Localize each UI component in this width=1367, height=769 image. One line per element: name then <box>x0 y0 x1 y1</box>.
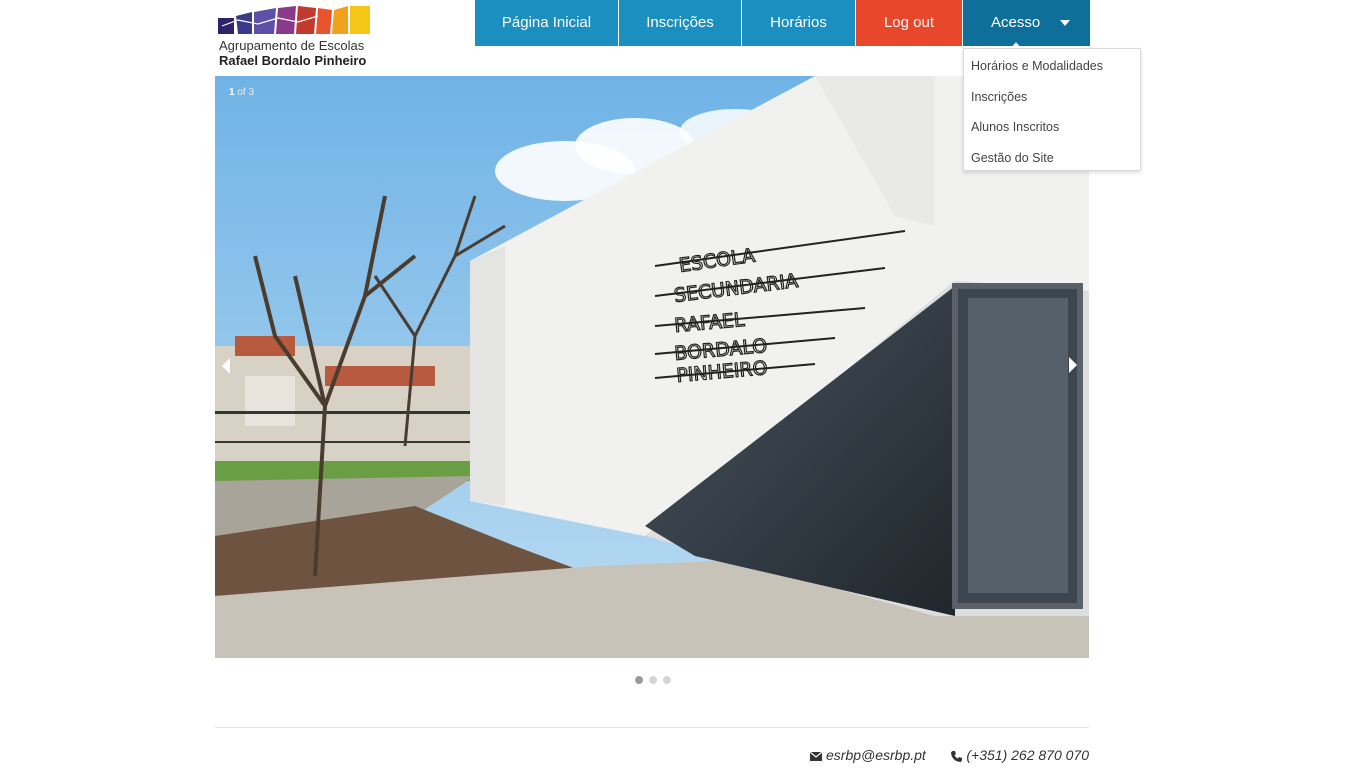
nav-logout[interactable]: Log out <box>856 0 963 46</box>
slider-dot-3[interactable] <box>663 676 671 684</box>
phone-icon <box>951 750 963 762</box>
slide-counter-of: of <box>237 87 246 98</box>
nav-home[interactable]: Página Inicial <box>475 0 619 46</box>
footer-phone-text: (+351) 262 870 070 <box>966 747 1089 763</box>
footer-contacts: esrbp@esrbp.pt (+351) 262 870 070 <box>810 747 1089 765</box>
slider-dot-1[interactable] <box>635 676 643 684</box>
dropdown-item-alunos-inscritos[interactable]: Alunos Inscritos <box>964 112 1140 143</box>
logo-line-1: Agrupamento de Escolas <box>219 38 365 53</box>
image-slider: ESCOLA SECUNDARIA RAFAEL BORDALO PINHEIRO 1 … <box>215 76 1089 658</box>
footer-divider <box>215 727 1089 728</box>
school-logo[interactable]: Agrupamento de Escolas Rafael Bordalo Pi… <box>218 6 378 68</box>
slide-photo: ESCOLASECUNDARIARAFAELBORDALOPINHEIRO <box>215 76 1089 658</box>
dropdown-item-gestao-site[interactable]: Gestão do Site <box>964 143 1140 174</box>
logo-mark <box>218 6 370 34</box>
slide-counter-total: 3 <box>248 87 255 98</box>
slider-next-arrow-icon[interactable] <box>1069 357 1077 373</box>
dropdown-item-horarios-modalidades[interactable]: Horários e Modalidades <box>964 51 1140 82</box>
nav-inscricoes[interactable]: Inscrições <box>619 0 742 46</box>
footer-email-text: esrbp@esrbp.pt <box>826 747 926 763</box>
nav-acesso-label: Acesso <box>991 14 1041 31</box>
footer-phone[interactable]: (+351) 262 870 070 <box>951 747 1089 763</box>
caret-down-icon <box>1060 20 1070 26</box>
logo-line-2: Rafael Bordalo Pinheiro <box>219 53 367 68</box>
slider-prev-arrow-icon[interactable] <box>222 358 230 374</box>
dropdown-item-inscricoes[interactable]: Inscrições <box>964 82 1140 113</box>
footer-email[interactable]: esrbp@esrbp.pt <box>810 747 926 763</box>
acesso-dropdown: Horários e Modalidades Inscrições Alunos… <box>963 48 1141 171</box>
nav-horarios[interactable]: Horários <box>742 0 856 46</box>
envelope-icon <box>810 751 822 761</box>
main-nav: Página Inicial Inscrições Horários Log o… <box>475 0 1090 46</box>
slider-pagination <box>635 676 671 684</box>
slide-counter-current: 1 <box>229 87 235 98</box>
slider-dot-2[interactable] <box>649 676 657 684</box>
slide-counter: 1 of 3 <box>229 87 254 98</box>
dropdown-pointer <box>1011 42 1021 48</box>
nav-acesso[interactable]: Acesso <box>963 0 1090 46</box>
